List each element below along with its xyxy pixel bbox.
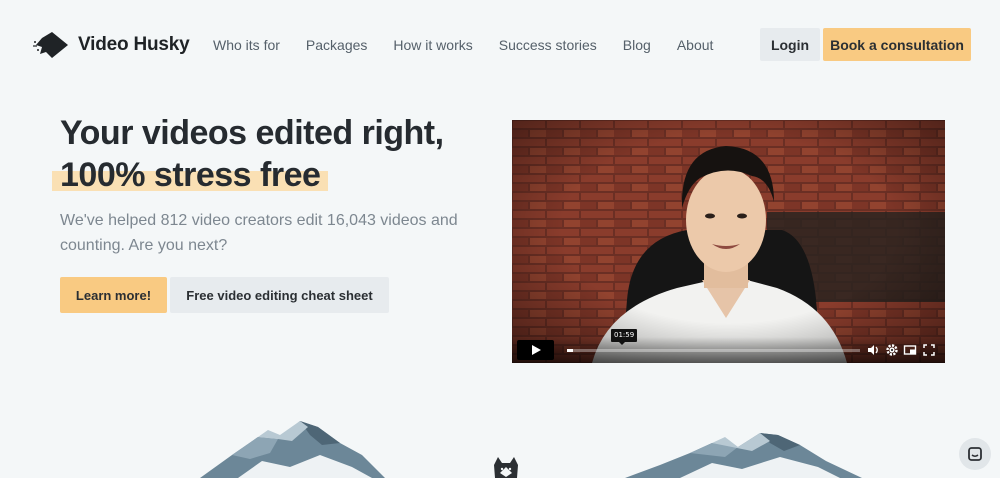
cheat-sheet-button[interactable]: Free video editing cheat sheet — [170, 277, 389, 313]
fullscreen-icon[interactable] — [922, 343, 936, 357]
chat-icon — [968, 447, 982, 461]
progress-bar[interactable]: 01:59 — [567, 329, 860, 352]
brand-name: Video Husky — [78, 34, 190, 55]
time-tooltip: 01:59 — [611, 329, 638, 345]
video-frame-image — [512, 120, 945, 363]
mountain-illustration — [200, 421, 862, 478]
settings-icon[interactable] — [885, 343, 899, 357]
hero-title-highlight: 100% stress free — [51, 156, 329, 194]
learn-more-button[interactable]: Learn more! — [60, 277, 167, 313]
play-button[interactable] — [517, 340, 554, 360]
volume-icon[interactable] — [866, 343, 880, 357]
husky-logo-icon — [33, 32, 68, 58]
top-navigation: Video Husky Who its for Packages How it … — [0, 0, 1000, 90]
nav-link-blog[interactable]: Blog — [623, 37, 651, 53]
video-player[interactable]: 01:59 — [512, 120, 945, 363]
video-controls: 01:59 — [512, 329, 945, 363]
nav-link-how-it-works[interactable]: How it works — [393, 37, 472, 53]
logo-link[interactable]: Video Husky — [32, 29, 190, 61]
nav-link-success-stories[interactable]: Success stories — [499, 37, 597, 53]
hero-title: Your videos edited right, 100% stress fr… — [51, 112, 480, 196]
progress-fill — [567, 349, 573, 352]
book-consultation-button[interactable]: Book a consultation — [823, 28, 971, 61]
nav-link-packages[interactable]: Packages — [306, 37, 367, 53]
hero-title-line-1: Your videos edited right, — [60, 114, 444, 152]
nav-links: Who its for Packages How it works Succes… — [213, 34, 713, 56]
hero-subtitle: We've helped 812 video creators edit 16,… — [60, 212, 458, 254]
nav-link-about[interactable]: About — [677, 37, 714, 53]
nav-link-who-its-for[interactable]: Who its for — [213, 37, 280, 53]
login-button[interactable]: Login — [760, 28, 820, 61]
pip-icon[interactable] — [903, 343, 917, 357]
chat-widget-button[interactable] — [959, 438, 991, 470]
